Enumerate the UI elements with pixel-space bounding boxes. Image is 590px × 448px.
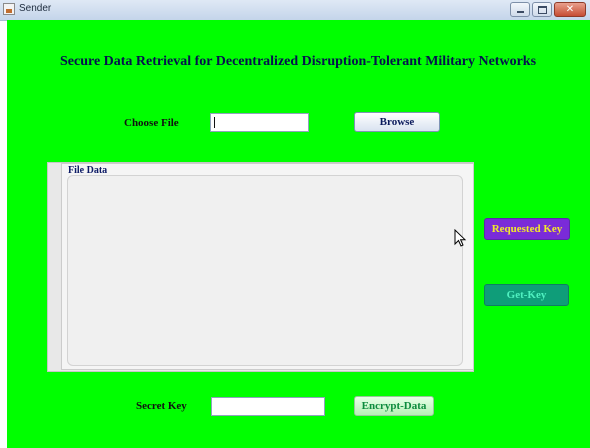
- minimize-icon: [516, 11, 524, 13]
- minimize-button[interactable]: [510, 2, 530, 17]
- maximize-button[interactable]: [532, 2, 552, 17]
- file-path-input[interactable]: [210, 113, 309, 132]
- get-key-button[interactable]: Get-Key: [484, 284, 569, 306]
- close-icon: ✕: [565, 3, 575, 15]
- browse-button[interactable]: Browse: [354, 112, 440, 132]
- window-title: Sender: [19, 3, 52, 14]
- secret-key-label: Secret Key: [136, 400, 187, 412]
- file-data-scroll-panel: File Data: [47, 162, 474, 372]
- text-caret: [214, 117, 215, 128]
- choose-file-label: Choose File: [124, 117, 179, 129]
- close-button[interactable]: ✕: [554, 2, 586, 17]
- content-area: Secure Data Retrieval for Decentralized …: [7, 20, 590, 448]
- app-icon: [3, 3, 15, 15]
- encrypt-data-button[interactable]: Encrypt-Data: [354, 396, 434, 416]
- window-titlebar: Sender ✕: [0, 0, 590, 21]
- mouse-cursor-icon: [454, 229, 467, 247]
- file-data-textarea[interactable]: [67, 175, 463, 366]
- secret-key-input[interactable]: [211, 397, 325, 416]
- page-title: Secure Data Retrieval for Decentralized …: [59, 54, 537, 69]
- maximize-icon: [537, 5, 547, 14]
- file-data-panel: File Data: [61, 163, 474, 370]
- requested-key-button[interactable]: Requested Key: [484, 218, 570, 240]
